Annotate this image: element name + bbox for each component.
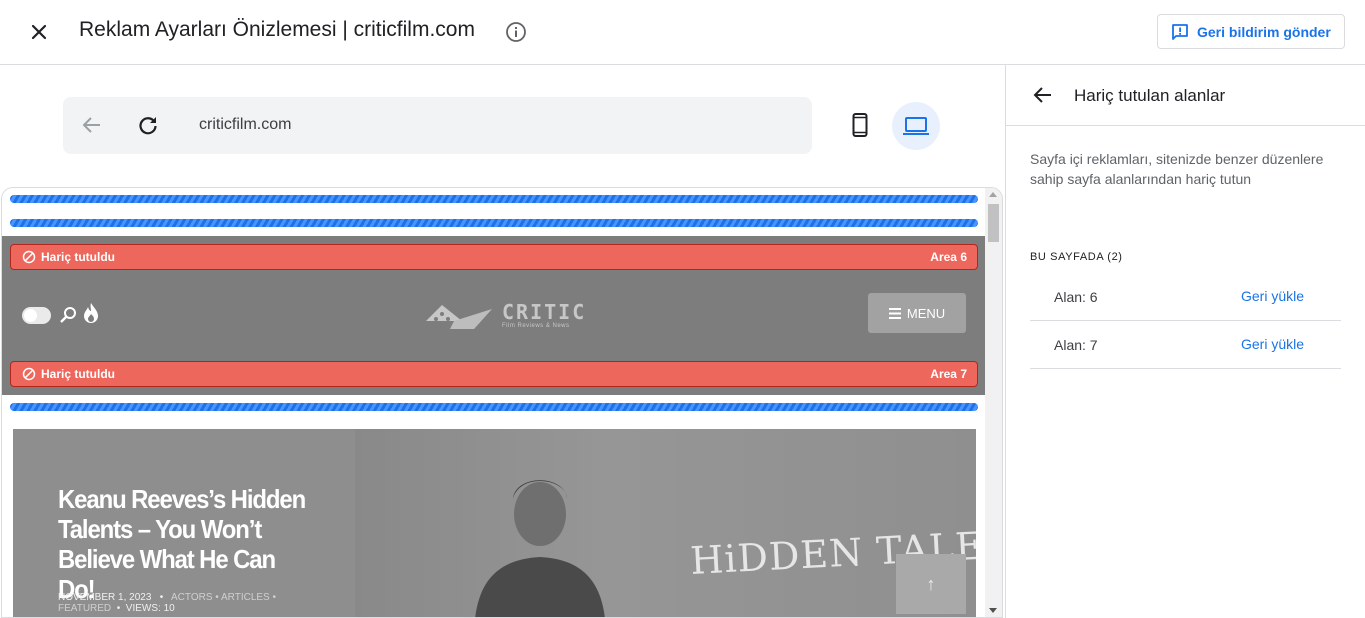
- feedback-icon: [1172, 23, 1188, 40]
- site-preview-frame[interactable]: CRITIC Film Reviews & News MENU Hariç tu…: [1, 187, 1003, 618]
- area-label: Area 7: [930, 367, 967, 381]
- article-featured[interactable]: FEATURED: [58, 603, 111, 614]
- article-date: NOVEMBER 1, 2023: [58, 592, 152, 603]
- ad-slot-indicator: [10, 219, 978, 227]
- scroll-up-icon[interactable]: [989, 192, 997, 197]
- excluded-label: Hariç tutuldu: [41, 250, 115, 264]
- article-views: VIEWS: 10: [125, 603, 175, 614]
- search-icon[interactable]: [59, 306, 77, 324]
- back-arrow-icon[interactable]: [1032, 84, 1054, 106]
- send-feedback-button[interactable]: Geri bildirim gönder: [1157, 14, 1345, 49]
- area-name: Alan: 6: [1054, 289, 1098, 305]
- site-logo[interactable]: CRITIC Film Reviews & News: [424, 299, 584, 333]
- flame-icon[interactable]: [82, 302, 100, 324]
- logo-text: CRITIC: [502, 300, 587, 324]
- featured-article[interactable]: HiDDEN TALENTS Keanu Reeves’s Hidden Tal…: [13, 429, 976, 617]
- panel-title: Hariç tutulan alanlar: [1074, 86, 1226, 105]
- back-arrow-icon[interactable]: [81, 114, 103, 136]
- arrow-up-icon: ↑: [926, 573, 936, 594]
- article-image: HiDDEN TALENTS: [355, 429, 976, 617]
- article-meta: NOVEMBER 1, 2023 • ACTORS • ARTICLES • F…: [58, 592, 276, 614]
- preview-area: criticfilm.com CRITIC Film Reviews & New…: [0, 65, 1005, 618]
- excluded-label: Hariç tutuldu: [41, 367, 115, 381]
- article-categories[interactable]: ACTORS • ARTICLES •: [171, 592, 276, 603]
- block-icon: [22, 250, 36, 264]
- area-name: Alan: 7: [1054, 337, 1098, 353]
- url-bar: criticfilm.com: [63, 97, 812, 154]
- area-label: Area 6: [930, 250, 967, 264]
- excluded-area-banner[interactable]: Hariç tutuldu Area 7: [10, 361, 978, 387]
- smartphone-icon: [852, 113, 868, 137]
- top-bar: Reklam Ayarları Önizlemesi | criticfilm.…: [0, 0, 1365, 65]
- logo-subtitle: Film Reviews & News: [502, 323, 570, 329]
- close-button[interactable]: [26, 19, 52, 45]
- article-title[interactable]: Keanu Reeves’s Hidden Talents – You Won’…: [58, 484, 306, 604]
- ad-slot-indicator: [10, 403, 978, 411]
- panel-description: Sayfa içi reklamları, sitenizde benzer d…: [1030, 151, 1324, 187]
- reload-icon[interactable]: [137, 114, 159, 136]
- mobile-device-button[interactable]: [837, 102, 883, 148]
- film-logo-icon: [426, 305, 492, 329]
- page-title: Reklam Ayarları Önizlemesi | criticfilm.…: [79, 18, 475, 41]
- site-menu-button[interactable]: MENU: [868, 293, 966, 333]
- laptop-icon: [903, 117, 929, 135]
- menu-label: MENU: [906, 305, 946, 321]
- scroll-down-icon[interactable]: [989, 608, 997, 613]
- excluded-area-banner[interactable]: Hariç tutuldu Area 6: [10, 244, 978, 270]
- excluded-areas-panel: Hariç tutulan alanlar Sayfa içi reklamla…: [1005, 65, 1365, 618]
- section-label: BU SAYFADA (2): [1030, 251, 1123, 263]
- restore-button[interactable]: Geri yükle: [1241, 288, 1304, 304]
- list-item: Alan: 7 Geri yükle: [1030, 321, 1341, 369]
- close-icon: [31, 24, 47, 40]
- block-icon: [22, 367, 36, 381]
- dark-mode-toggle[interactable]: [22, 307, 51, 324]
- back-to-top-button[interactable]: ↑: [896, 554, 966, 614]
- preview-scrollbar[interactable]: [985, 188, 1002, 617]
- hamburger-icon: [888, 307, 901, 319]
- info-icon[interactable]: [505, 21, 527, 43]
- ad-slot-indicator: [10, 195, 978, 203]
- panel-header: Hariç tutulan alanlar: [1006, 65, 1365, 126]
- desktop-device-button[interactable]: [892, 102, 940, 150]
- url-text[interactable]: criticfilm.com: [199, 116, 291, 134]
- person-figure: [475, 480, 605, 617]
- restore-button[interactable]: Geri yükle: [1241, 336, 1304, 352]
- scroll-thumb[interactable]: [988, 204, 999, 242]
- send-feedback-label: Geri bildirim gönder: [1197, 23, 1331, 40]
- list-item: Alan: 6 Geri yükle: [1030, 273, 1341, 321]
